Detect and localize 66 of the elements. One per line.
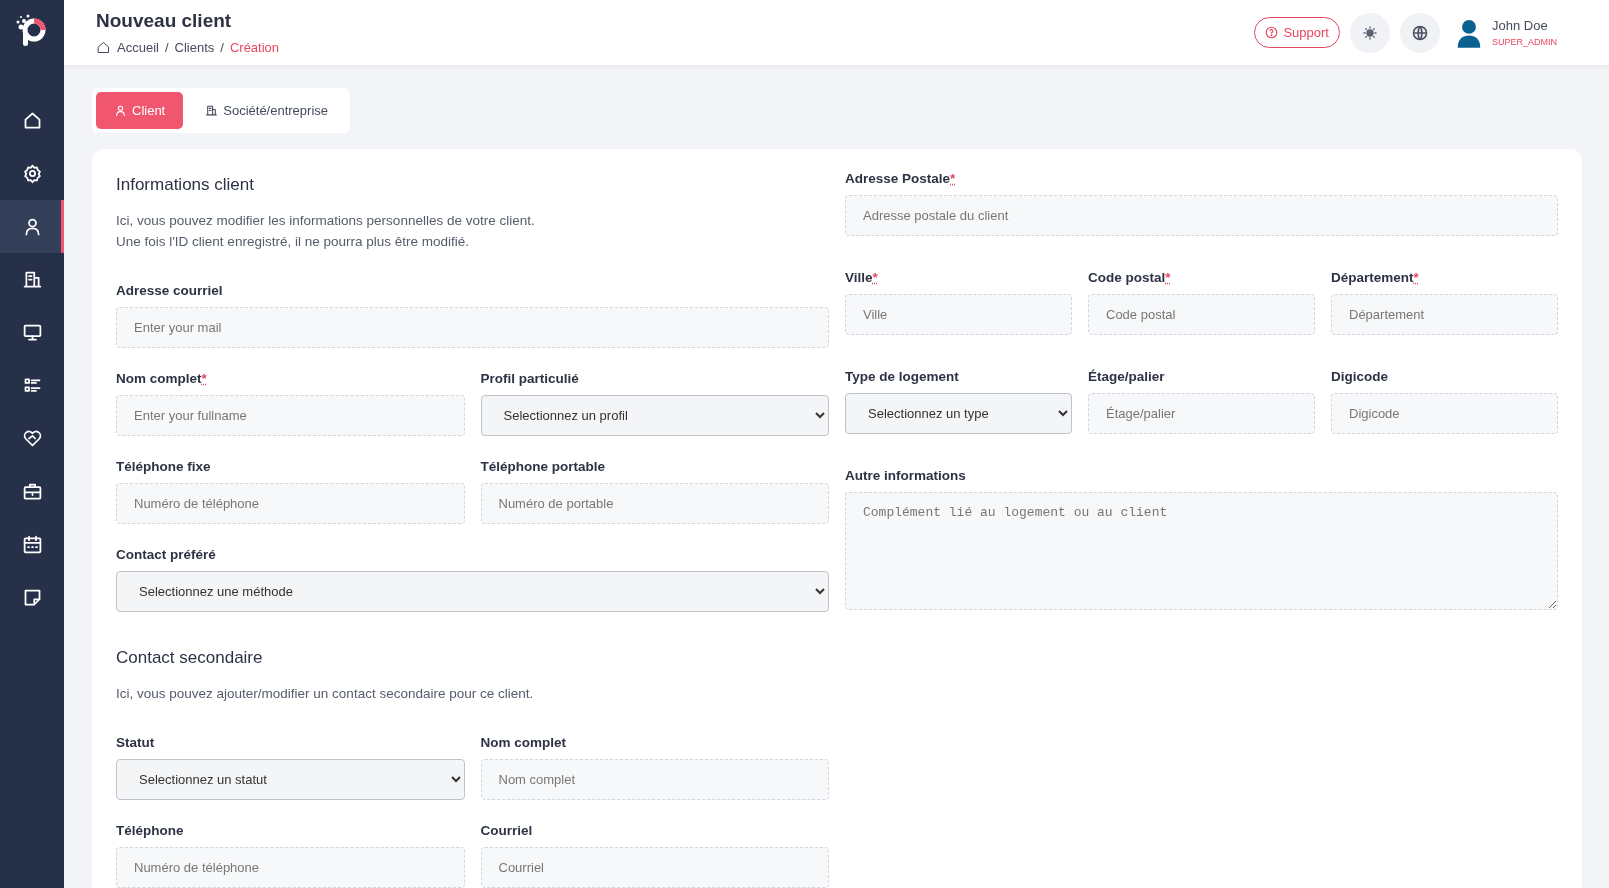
theme-toggle-button[interactable]: [1350, 12, 1390, 53]
section-title: Contact secondaire: [116, 648, 264, 668]
dropdown-field[interactable]: Selectionnez un type: [845, 393, 1072, 434]
text-area[interactable]: Complément lié au logement ou au client: [845, 492, 1558, 610]
user-icon: [114, 104, 127, 117]
text-field[interactable]: Nom complet: [480, 759, 829, 800]
monitor-icon: [21, 322, 43, 343]
field-label: Département*: [1331, 270, 1420, 285]
field-label: Statut: [116, 735, 156, 750]
text-field[interactable]: Digicode: [1331, 393, 1558, 434]
breadcrumb-separator: /: [220, 40, 224, 55]
text-field[interactable]: Étage/palier: [1088, 393, 1315, 434]
field-label: Téléphone: [116, 823, 185, 838]
breadcrumb-link[interactable]: Création: [229, 40, 280, 55]
field-label: Contact préféré: [116, 547, 217, 562]
text-field[interactable]: Enter your fullname: [116, 395, 465, 436]
avatar-icon[interactable]: [1456, 17, 1482, 48]
field-label: Autre informations: [845, 468, 967, 483]
briefcase-icon: [21, 481, 43, 502]
user-name: John Doe: [1492, 18, 1549, 33]
field-label: Profil particulié: [480, 371, 580, 386]
dropdown-field[interactable]: Selectionnez un profil: [480, 395, 829, 436]
field-label: Type de logement: [845, 369, 960, 384]
section-title: Informations client: [116, 175, 255, 195]
text-field[interactable]: Numéro de portable: [480, 483, 829, 524]
text-field[interactable]: Ville: [845, 294, 1072, 335]
text-field[interactable]: Code postal: [1088, 294, 1315, 335]
heart-icon: [21, 428, 43, 449]
support-button[interactable]: Support: [1254, 17, 1340, 48]
tab[interactable]: Société/entreprise: [187, 92, 347, 129]
page-title: Nouveau client: [96, 10, 233, 32]
gear-icon: [21, 163, 43, 184]
field-label: Courriel: [480, 823, 534, 838]
dropdown-field[interactable]: Selectionnez un statut: [116, 759, 465, 800]
language-button[interactable]: [1400, 12, 1440, 53]
building-icon: [205, 104, 219, 117]
sun-icon: [1362, 24, 1378, 41]
breadcrumb-link[interactable]: Clients: [174, 40, 215, 55]
help-icon: [1265, 26, 1279, 39]
field-label: Ville*: [845, 270, 879, 285]
field-label: Téléphone fixe: [116, 459, 212, 474]
text-field[interactable]: Adresse postale du client: [845, 195, 1558, 236]
breadcrumb-link[interactable]: Accueil: [117, 40, 159, 55]
user-role: SUPER_ADMIN: [1492, 37, 1557, 47]
field-label: Téléphone portable: [480, 459, 606, 474]
field-label: Étage/palier: [1088, 369, 1166, 384]
text-field[interactable]: Département: [1331, 294, 1558, 335]
calendar-icon: [21, 534, 43, 555]
section-description: Ici, vous pouvez modifier les informations personnelles de votre client.: [116, 212, 536, 230]
home-icon: [96, 40, 111, 55]
section-description: Ici, vous pouvez ajouter/modifier un contact secondaire pour ce client.: [116, 685, 535, 703]
field-label: Nom complet: [480, 735, 567, 750]
text-field[interactable]: Numéro de téléphone: [116, 483, 465, 524]
section-description: Une fois l'ID client enregistré, il ne pourra plus être modifié.: [116, 233, 470, 251]
building-icon: [21, 269, 43, 290]
field-label: Code postal*: [1088, 270, 1172, 285]
field-label: Nom complet*: [116, 371, 208, 386]
dropdown-field[interactable]: Selectionnez une méthode: [116, 571, 829, 612]
text-field[interactable]: Enter your mail: [116, 307, 829, 348]
text-field[interactable]: Numéro de téléphone: [116, 847, 465, 888]
breadcrumb-separator: /: [164, 40, 169, 55]
globe-icon: [1412, 24, 1428, 41]
field-label: Adresse Postale*: [845, 171, 957, 186]
text-field[interactable]: Courriel: [480, 847, 829, 888]
field-label: Adresse courriel: [116, 283, 224, 298]
field-label: Digicode: [1331, 369, 1389, 384]
